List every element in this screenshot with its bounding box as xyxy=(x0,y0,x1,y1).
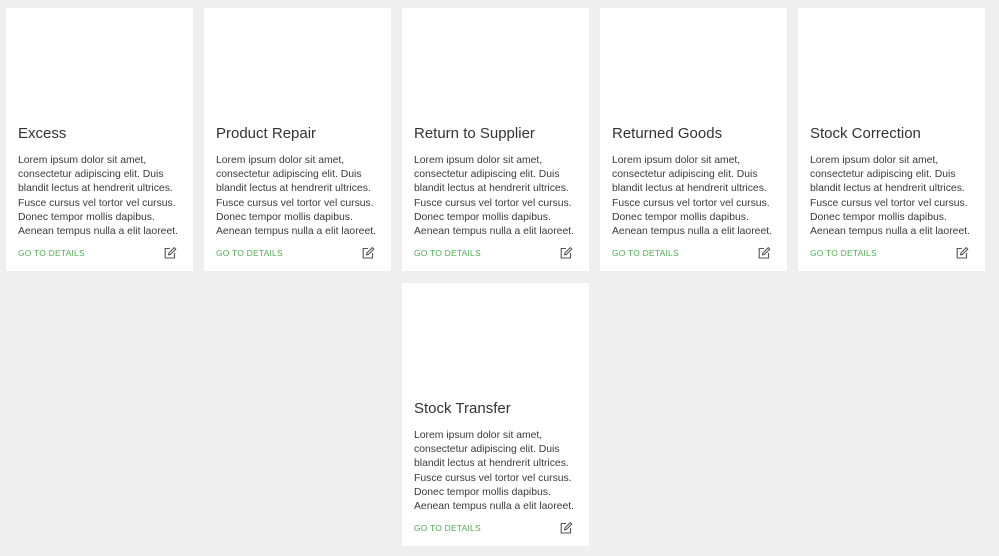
card-stock-correction: Stock Correction Lorem ipsum dolor sit a… xyxy=(798,8,985,271)
edit-icon[interactable] xyxy=(559,246,573,260)
card-description: Lorem ipsum dolor sit amet, consectetur … xyxy=(18,155,179,238)
card-description: Lorem ipsum dolor sit amet, consectetur … xyxy=(414,430,575,513)
card-returned-goods: Returned Goods Lorem ipsum dolor sit ame… xyxy=(600,8,787,271)
card-grid: Excess Lorem ipsum dolor sit amet, conse… xyxy=(0,0,999,556)
card-title: Product Repair xyxy=(216,125,317,142)
edit-icon[interactable] xyxy=(757,246,771,260)
edit-icon[interactable] xyxy=(163,246,177,260)
card-product-repair: Product Repair Lorem ipsum dolor sit ame… xyxy=(204,8,391,271)
go-to-details-link[interactable]: GO TO DETAILS xyxy=(414,523,481,533)
card-stock-transfer: Stock Transfer Lorem ipsum dolor sit ame… xyxy=(402,283,589,546)
card-excess: Excess Lorem ipsum dolor sit amet, conse… xyxy=(6,8,193,271)
card-title: Returned Goods xyxy=(612,125,723,142)
card-title: Stock Transfer xyxy=(414,400,511,417)
go-to-details-link[interactable]: GO TO DETAILS xyxy=(216,248,283,258)
card-title: Excess xyxy=(18,125,67,142)
card-description: Lorem ipsum dolor sit amet, consectetur … xyxy=(216,155,377,238)
edit-icon[interactable] xyxy=(955,246,969,260)
card-title: Stock Correction xyxy=(810,125,921,142)
go-to-details-link[interactable]: GO TO DETAILS xyxy=(18,248,85,258)
card-description: Lorem ipsum dolor sit amet, consectetur … xyxy=(810,155,971,238)
card-title: Return to Supplier xyxy=(414,125,535,142)
card-description: Lorem ipsum dolor sit amet, consectetur … xyxy=(414,155,575,238)
card-return-to-supplier: Return to Supplier Lorem ipsum dolor sit… xyxy=(402,8,589,271)
go-to-details-link[interactable]: GO TO DETAILS xyxy=(612,248,679,258)
edit-icon[interactable] xyxy=(559,521,573,535)
go-to-details-link[interactable]: GO TO DETAILS xyxy=(810,248,877,258)
go-to-details-link[interactable]: GO TO DETAILS xyxy=(414,248,481,258)
card-description: Lorem ipsum dolor sit amet, consectetur … xyxy=(612,155,773,238)
edit-icon[interactable] xyxy=(361,246,375,260)
